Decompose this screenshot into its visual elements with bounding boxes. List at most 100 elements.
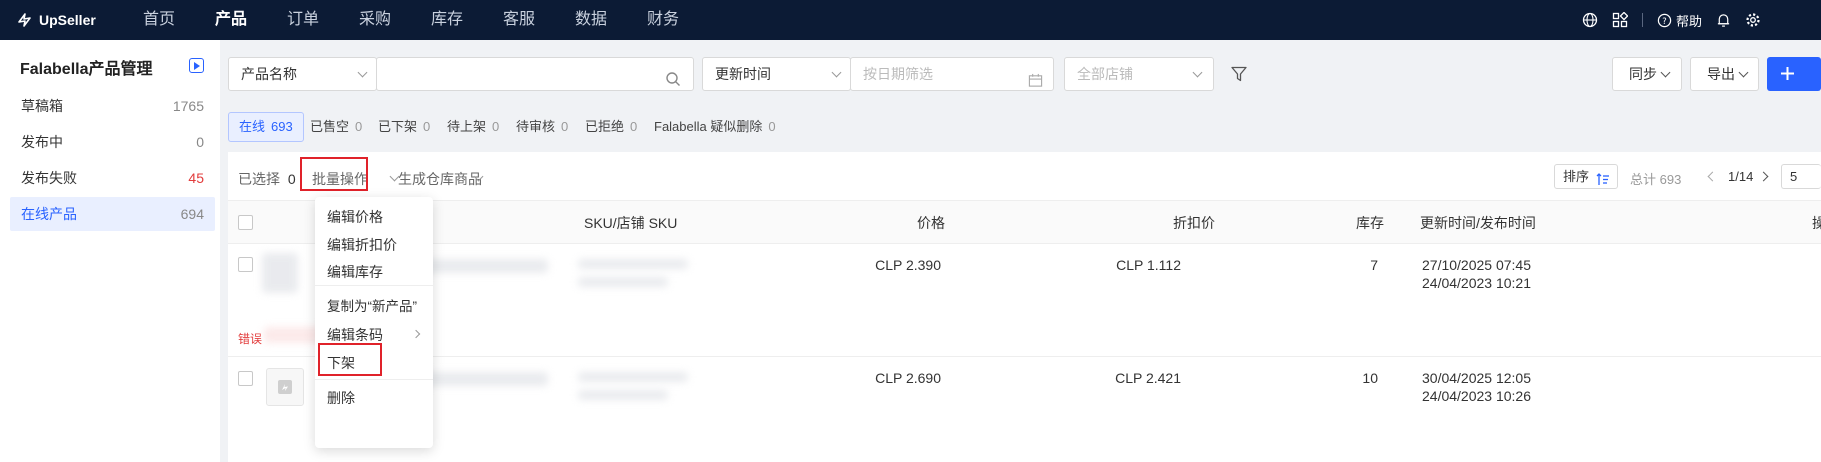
sku-blurred (578, 259, 688, 269)
tab-sold-out[interactable]: 已售空 0 (310, 112, 362, 142)
sidebar-item-drafts[interactable]: 草稿箱 1765 (10, 89, 215, 123)
chevron-down-icon (831, 67, 842, 78)
export-label: 导出 (1707, 66, 1735, 82)
sync-button[interactable]: 同步 (1612, 57, 1682, 91)
tab-label: Falabella 疑似删除 (654, 119, 763, 134)
help-link[interactable]: ? 帮助 (1657, 11, 1702, 30)
sidebar-item-publish-failed[interactable]: 发布失败 45 (10, 161, 215, 195)
highlight-delist (318, 343, 382, 376)
plus-icon (1779, 65, 1796, 85)
product-image (262, 253, 298, 293)
tab-label: 已售空 (310, 119, 350, 134)
search-icon[interactable] (665, 66, 681, 98)
date-filter-input[interactable]: 按日期筛选 (850, 57, 1054, 91)
tab-count: 0 (561, 119, 569, 134)
tab-pending-listing[interactable]: 待上架 0 (447, 112, 499, 142)
menu-item-edit-stock[interactable]: 编辑库存 (327, 262, 383, 282)
row-price: CLP 2.690 (875, 370, 941, 386)
sort-button[interactable]: 排序 (1554, 164, 1618, 189)
nav-purchasing[interactable]: 采购 (359, 9, 391, 31)
store-select-placeholder: 全部店铺 (1077, 66, 1133, 82)
help-label: 帮助 (1675, 13, 1702, 29)
tab-delisted[interactable]: 已下架 0 (378, 112, 430, 142)
apps-grid-icon[interactable] (1612, 12, 1628, 28)
export-button[interactable]: 导出 (1690, 57, 1759, 91)
filter-funnel-icon[interactable] (1230, 65, 1248, 86)
tab-pending-review[interactable]: 待审核 0 (516, 112, 568, 142)
search-field-select-value: 产品名称 (241, 66, 297, 82)
row-checkbox[interactable] (238, 371, 253, 386)
nav-finance[interactable]: 财务 (647, 9, 679, 31)
chevron-down-icon (1738, 67, 1749, 78)
chevron-right-icon (411, 329, 421, 339)
column-header-sku: SKU/店铺 SKU (584, 215, 678, 231)
add-product-button[interactable] (1767, 57, 1821, 91)
nav-inventory[interactable]: 库存 (431, 9, 463, 31)
sidebar: Falabella产品管理 草稿箱 1765 发布中 0 发布失败 45 在线产… (0, 40, 220, 462)
time-type-select-value: 更新时间 (715, 66, 771, 82)
calendar-icon (1028, 67, 1043, 99)
row-checkbox[interactable] (238, 257, 253, 272)
gear-icon[interactable] (1745, 12, 1761, 28)
menu-item-copy-as-new[interactable]: 复制为“新产品” (327, 297, 417, 317)
nav-customer-service[interactable]: 客服 (503, 9, 535, 31)
store-select[interactable]: 全部店铺 (1064, 57, 1214, 91)
nav-home[interactable]: 首页 (143, 9, 175, 31)
sidebar-item-count: 45 (188, 170, 204, 186)
time-type-select[interactable]: 更新时间 (702, 57, 851, 91)
page-size-select[interactable]: 5 (1781, 164, 1821, 189)
menu-item-edit-discount-price[interactable]: 编辑折扣价 (327, 235, 397, 255)
row-published-time: 24/04/2023 10:26 (1422, 388, 1531, 404)
globe-icon[interactable] (1582, 12, 1598, 28)
prev-page-icon[interactable] (1707, 171, 1718, 182)
row-stock: 7 (1370, 257, 1378, 273)
menu-divider (315, 285, 433, 286)
tab-count: 0 (768, 119, 776, 134)
upseller-logo-icon (16, 11, 34, 29)
tab-online[interactable]: 在线 693 (228, 112, 304, 142)
sidebar-item-label: 草稿箱 (21, 98, 63, 114)
brand-logo[interactable]: UpSeller (16, 9, 96, 31)
row-stock: 10 (1362, 370, 1378, 386)
sidebar-item-publishing[interactable]: 发布中 0 (10, 125, 215, 159)
bell-icon[interactable] (1716, 12, 1731, 28)
sort-icon (1596, 170, 1610, 193)
sidebar-item-label: 发布中 (21, 134, 63, 150)
generate-warehouse-product-button[interactable]: 生成仓库商品 (398, 169, 482, 189)
next-page-icon[interactable] (1758, 171, 1769, 182)
tab-label: 待审核 (516, 119, 556, 134)
nav-products[interactable]: 产品 (215, 9, 247, 31)
product-image-placeholder (266, 368, 304, 406)
sidebar-item-online-products[interactable]: 在线产品 694 (10, 197, 215, 231)
table-row: CLP 2.690 CLP 2.421 10 30/04/2025 12:05 … (228, 358, 1821, 462)
total-count: 总计 693 (1630, 172, 1682, 187)
menu-item-edit-barcode[interactable]: 编辑条码 (327, 325, 383, 345)
nav-data[interactable]: 数据 (575, 9, 607, 31)
search-input[interactable] (376, 57, 694, 91)
tab-suspected-deleted[interactable]: Falabella 疑似删除 0 (654, 112, 776, 142)
menu-divider (315, 379, 433, 380)
page-size-value: 5 (1790, 169, 1798, 184)
selected-label: 已选择 (238, 171, 280, 187)
main-content: 产品名称 更新时间 按日期筛选 全部店铺 同步 导出 在线 693 已售空 0 … (228, 40, 1821, 462)
select-all-checkbox[interactable] (238, 215, 253, 230)
column-header-price: 价格 (917, 215, 945, 231)
row-updated-time: 27/10/2025 07:45 (1422, 257, 1531, 273)
column-header-time: 更新时间/发布时间 (1420, 215, 1536, 231)
tab-count: 0 (630, 119, 638, 134)
video-tutorial-icon[interactable] (189, 58, 204, 73)
bulk-actions-menu: 编辑价格 编辑折扣价 编辑库存 复制为“新产品” 编辑条码 下架 删除 (315, 197, 433, 448)
menu-item-delete[interactable]: 删除 (327, 388, 355, 408)
divider (1641, 13, 1643, 27)
nav-orders[interactable]: 订单 (287, 9, 319, 31)
chevron-down-icon (1660, 67, 1671, 78)
tab-count: 0 (492, 119, 500, 134)
menu-item-edit-price[interactable]: 编辑价格 (327, 207, 383, 227)
tab-rejected[interactable]: 已拒绝 0 (585, 112, 637, 142)
selected-count: 已选择 0 (238, 169, 296, 189)
row-error-text: 错误 (238, 332, 263, 346)
sidebar-item-count: 0 (196, 134, 204, 150)
search-field-select[interactable]: 产品名称 (228, 57, 377, 91)
generate-warehouse-label: 生成仓库商品 (398, 171, 482, 187)
sync-label: 同步 (1629, 66, 1657, 82)
